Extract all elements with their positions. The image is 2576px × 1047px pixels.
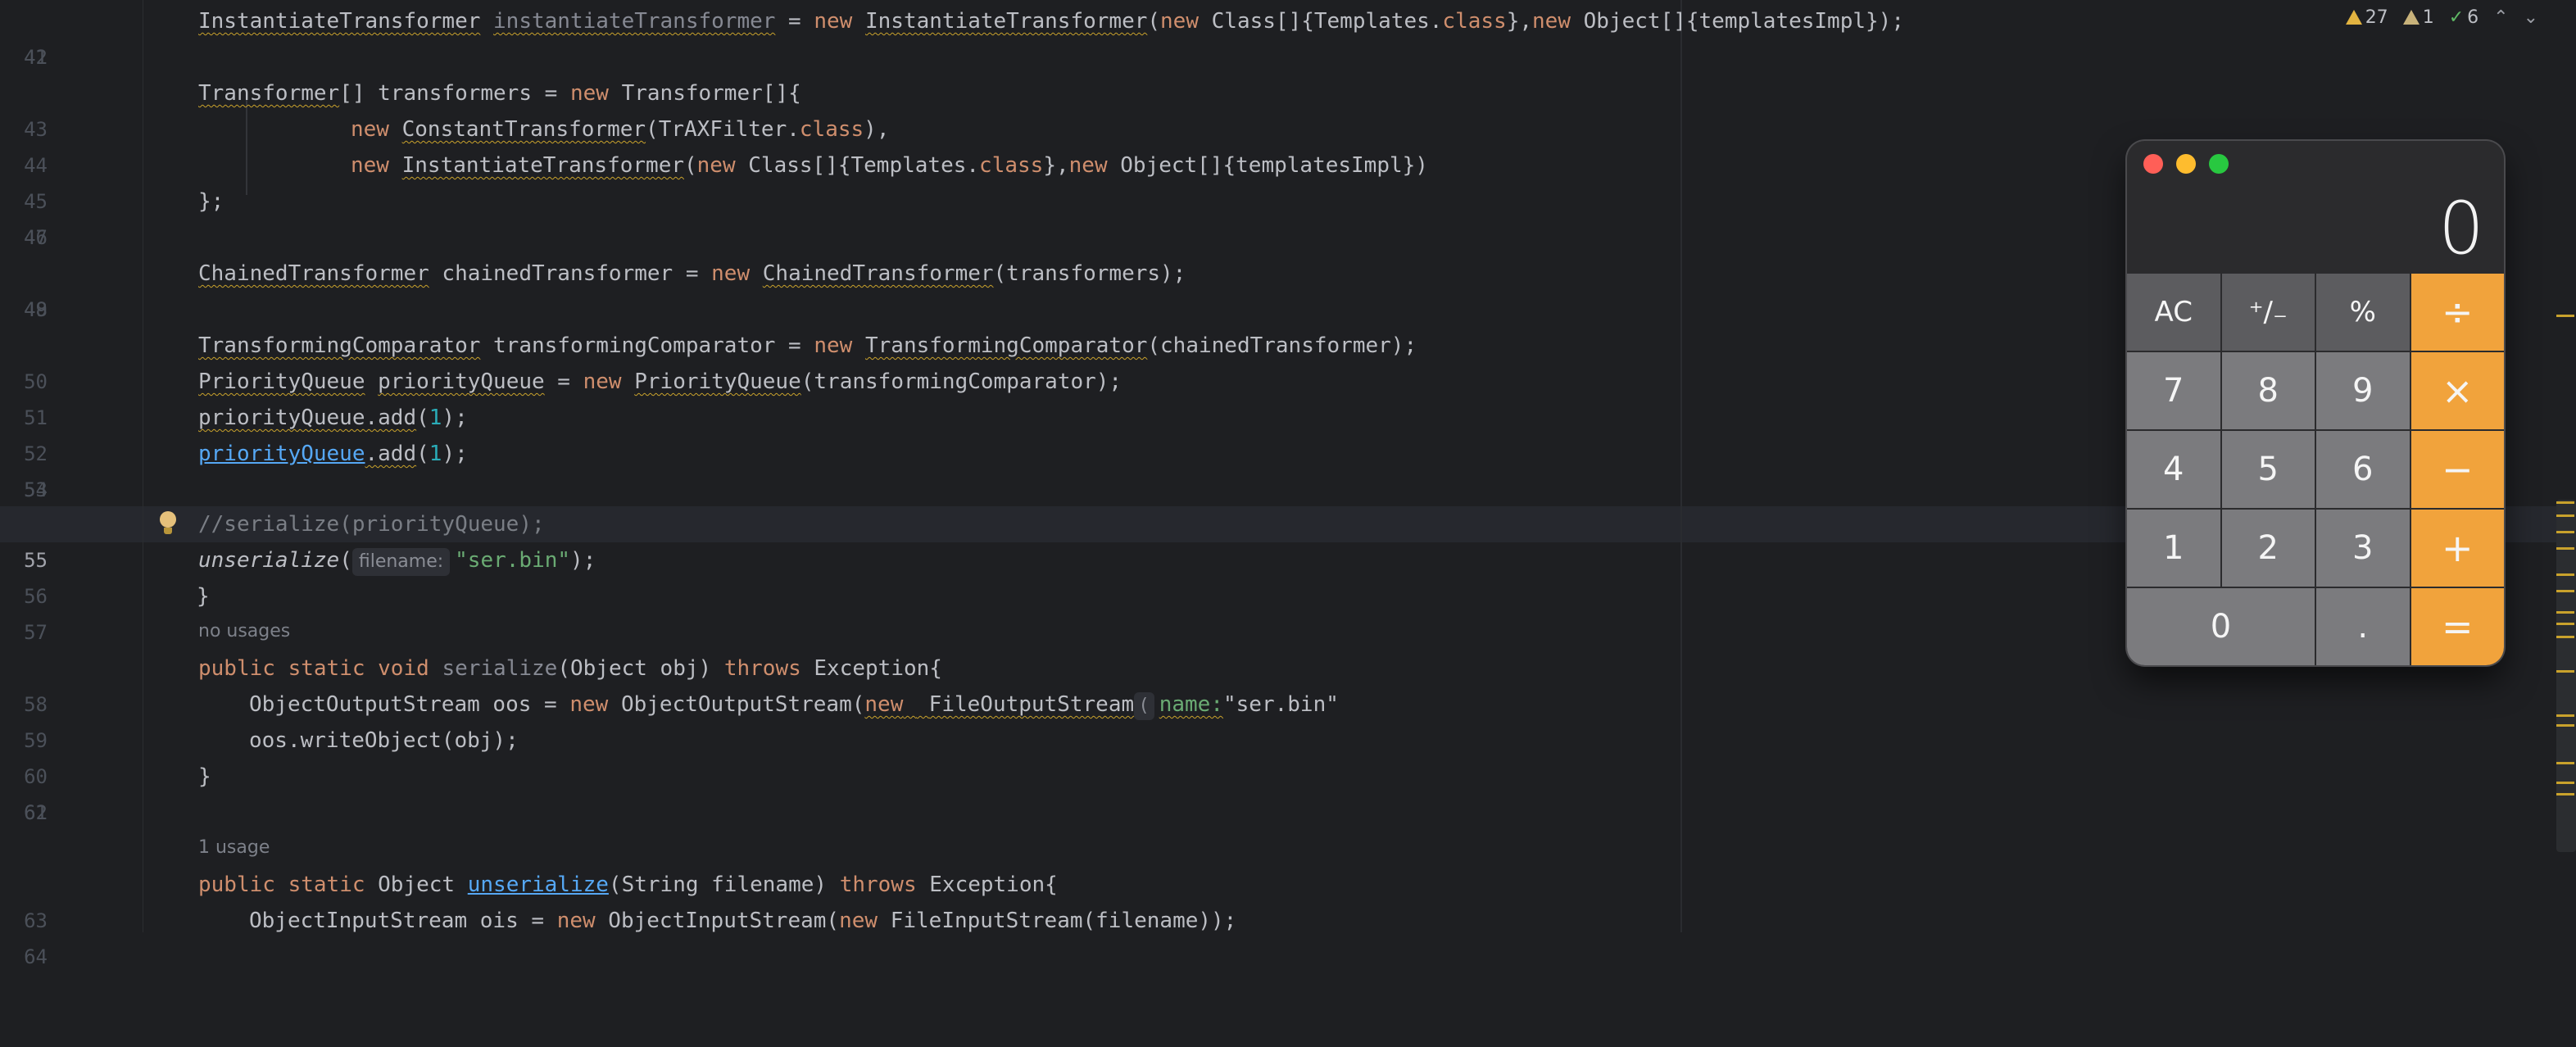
zoom-button[interactable] bbox=[2209, 154, 2229, 174]
parameter-hint: filename: bbox=[351, 548, 451, 576]
type-ref: TransformingComparator bbox=[865, 333, 1148, 358]
digit-9-button[interactable]: 9 bbox=[2316, 352, 2410, 429]
close-button[interactable] bbox=[2143, 154, 2163, 174]
warning-stripe[interactable] bbox=[2556, 547, 2574, 550]
code-line-60[interactable]: 60 oos.writeObject(obj); bbox=[0, 723, 2540, 788]
variable-link[interactable]: priorityQueue bbox=[198, 442, 365, 466]
type-ref: InstantiateTransformer bbox=[401, 153, 684, 178]
weak-warning-icon bbox=[2402, 10, 2420, 25]
line-number: 62 bbox=[24, 801, 48, 824]
warning-stripe[interactable] bbox=[2556, 762, 2574, 764]
line-number: 49 bbox=[24, 298, 48, 321]
lightbulb-icon[interactable] bbox=[157, 511, 179, 537]
percent-button[interactable]: % bbox=[2316, 274, 2410, 351]
inspection-widget[interactable]: 27 1 ✓ 6 ⌃ ⌄ bbox=[2345, 3, 2538, 31]
digit-8-button[interactable]: 8 bbox=[2221, 352, 2315, 429]
variable-ref: priorityQueue bbox=[378, 369, 545, 394]
code-line-43[interactable]: 43 Transformer[] transformers = new Tran… bbox=[0, 75, 2540, 141]
code-line-59[interactable]: 59 ObjectOutputStream oos = new ObjectOu… bbox=[0, 687, 2540, 752]
digit-7-button[interactable]: 7 bbox=[2127, 352, 2220, 429]
checkmark-icon: ✓ bbox=[2448, 7, 2465, 28]
calculator-display: 0 bbox=[2438, 186, 2484, 270]
warnings-indicator[interactable]: 27 bbox=[2345, 7, 2388, 28]
clear-button[interactable]: AC bbox=[2127, 274, 2220, 351]
code-line-41[interactable]: 41 InstantiateTransformer instantiateTra… bbox=[0, 3, 2540, 69]
warning-stripe[interactable] bbox=[2556, 714, 2574, 717]
warning-stripe[interactable] bbox=[2556, 636, 2574, 638]
code-line-61[interactable]: 61 } bbox=[0, 759, 2540, 824]
warning-stripe[interactable] bbox=[2556, 670, 2574, 673]
line-number: 57 bbox=[24, 621, 48, 644]
type-ref: ChainedTransformer bbox=[198, 261, 429, 286]
minimize-button[interactable] bbox=[2176, 154, 2196, 174]
type-ref: Transformer bbox=[198, 81, 340, 106]
calculator-window[interactable]: 0 AC ⁺∕₋ % ÷ 7 8 9 × 4 5 6 − 1 2 3 + 0 .… bbox=[2127, 141, 2504, 665]
digit-1-button[interactable]: 1 bbox=[2127, 510, 2220, 587]
warning-stripe[interactable] bbox=[2556, 611, 2574, 614]
line-number: 54 bbox=[24, 478, 48, 501]
subtract-button[interactable]: − bbox=[2410, 431, 2504, 508]
divide-button[interactable]: ÷ bbox=[2410, 274, 2504, 351]
warning-stripe[interactable] bbox=[2556, 514, 2574, 517]
warning-stripe[interactable] bbox=[2556, 782, 2574, 784]
type-ref bbox=[916, 692, 929, 717]
warning-stripe[interactable] bbox=[2556, 724, 2574, 727]
warning-stripe[interactable] bbox=[2556, 590, 2574, 592]
type-ref: PriorityQueue bbox=[634, 369, 801, 394]
add-button[interactable]: + bbox=[2410, 510, 2504, 587]
line-number: 42 bbox=[24, 46, 48, 69]
line-number: 47 bbox=[24, 226, 48, 249]
warning-stripe[interactable] bbox=[2556, 315, 2574, 317]
digit-5-button[interactable]: 5 bbox=[2221, 431, 2315, 508]
type-ref: InstantiateTransformer bbox=[198, 9, 481, 34]
parameter-hint: ( bbox=[1134, 692, 1154, 720]
type-ref: TransformingComparator bbox=[198, 333, 481, 358]
calculator-titlebar[interactable] bbox=[2127, 141, 2504, 187]
usage-hint[interactable]: 1 usage bbox=[198, 837, 270, 858]
method-link[interactable]: unserialize bbox=[468, 872, 609, 897]
type-ref: PriorityQueue bbox=[198, 369, 365, 394]
method-call: priorityQueue.add bbox=[198, 406, 417, 430]
scrollbar[interactable] bbox=[2556, 500, 2576, 852]
code-line-62[interactable]: 62 bbox=[0, 795, 2540, 831]
decimal-button[interactable]: . bbox=[2316, 588, 2410, 665]
warning-stripe[interactable] bbox=[2556, 793, 2574, 795]
ok-indicator[interactable]: ✓ 6 bbox=[2449, 7, 2478, 28]
weak-warnings-indicator[interactable]: 1 bbox=[2402, 7, 2434, 28]
comment: //serialize(priorityQueue); bbox=[198, 512, 545, 537]
warning-stripe[interactable] bbox=[2556, 501, 2574, 504]
warning-icon bbox=[2345, 10, 2362, 25]
line-number: 64 bbox=[24, 945, 48, 968]
method-call: .add bbox=[365, 442, 417, 466]
chevron-up-icon[interactable]: ⌃ bbox=[2493, 7, 2508, 28]
digit-3-button[interactable]: 3 bbox=[2316, 510, 2410, 587]
digit-6-button[interactable]: 6 bbox=[2316, 431, 2410, 508]
usage-hint[interactable]: no usages bbox=[198, 621, 290, 641]
type-ref: ChainedTransformer bbox=[762, 261, 994, 286]
code-line-64[interactable]: 64 ObjectInputStream ois = new ObjectInp… bbox=[0, 903, 2540, 968]
code-line-42[interactable]: 42 bbox=[0, 39, 2540, 75]
equals-button[interactable]: = bbox=[2410, 588, 2504, 665]
type-ref: ConstantTransformer bbox=[401, 117, 646, 142]
warning-stripe[interactable] bbox=[2556, 531, 2574, 533]
unused-method: serialize bbox=[442, 656, 558, 681]
sign-toggle-button[interactable]: ⁺∕₋ bbox=[2221, 274, 2315, 351]
digit-2-button[interactable]: 2 bbox=[2221, 510, 2315, 587]
warning-stripe[interactable] bbox=[2556, 623, 2574, 625]
code-line-63[interactable]: 63 public static Object unserialize(Stri… bbox=[0, 867, 2540, 932]
multiply-button[interactable]: × bbox=[2410, 352, 2504, 429]
calculator-keypad: AC ⁺∕₋ % ÷ 7 8 9 × 4 5 6 − 1 2 3 + 0 . = bbox=[2127, 274, 2504, 665]
unused-variable: instantiateTransformer bbox=[493, 9, 776, 34]
chevron-down-icon[interactable]: ⌄ bbox=[2524, 7, 2538, 28]
warning-stripe[interactable] bbox=[2556, 573, 2574, 576]
type-ref: InstantiateTransformer bbox=[865, 9, 1148, 34]
digit-4-button[interactable]: 4 bbox=[2127, 431, 2220, 508]
digit-0-button[interactable]: 0 bbox=[2127, 588, 2315, 665]
